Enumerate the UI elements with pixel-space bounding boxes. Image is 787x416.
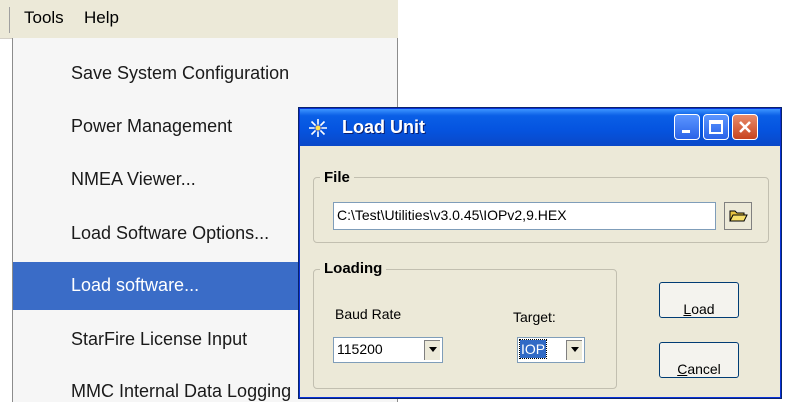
file-path-input[interactable]: C:\Test\Utilities\v3.0.45\IOPv2,9.HEX — [333, 202, 716, 230]
menu-item-label: Power Management — [71, 116, 233, 136]
menu-item-label: NMEA Viewer... — [71, 169, 196, 189]
load-button-label: Load — [683, 301, 715, 317]
menu-item-label: MMC Internal Data Logging — [71, 381, 292, 401]
baud-rate-select[interactable]: 115200 — [333, 337, 443, 363]
cancel-button[interactable]: Cancel — [659, 342, 739, 378]
menu-item-label: StarFire License Input — [71, 329, 248, 349]
target-value: IOP — [518, 339, 548, 359]
maximize-button[interactable] — [703, 114, 729, 140]
menubar-separator — [9, 7, 10, 33]
close-button[interactable] — [732, 114, 758, 140]
menu-item-save-system-configuration[interactable]: Save System Configuration — [13, 50, 397, 98]
load-unit-dialog: Load Unit File C:\Test\Utilities\v3.0.45… — [299, 108, 781, 398]
loading-group-label: Loading — [320, 260, 387, 277]
menu-tools[interactable]: Tools — [24, 8, 64, 28]
dialog-title-bar[interactable]: Load Unit — [300, 109, 780, 146]
menu-bar: Tools Help — [0, 0, 398, 39]
browse-folder-button[interactable] — [724, 202, 752, 230]
baud-rate-label: Baud Rate — [335, 306, 402, 322]
menu-item-label: Save System Configuration — [71, 63, 290, 83]
menu-help[interactable]: Help — [84, 8, 119, 28]
minimize-icon — [682, 130, 690, 133]
load-button[interactable]: Load — [659, 282, 739, 318]
open-folder-icon — [729, 210, 748, 222]
target-dropdown-button[interactable] — [565, 339, 583, 361]
close-icon — [739, 121, 751, 133]
loading-groupbox — [313, 269, 617, 389]
file-group-label: File — [320, 169, 354, 186]
dialog-title: Load Unit — [342, 117, 425, 137]
app-star-icon — [309, 119, 327, 137]
chevron-down-icon — [429, 347, 437, 352]
baud-rate-value: 115200 — [337, 341, 383, 357]
menu-item-label: Load software... — [71, 275, 200, 295]
target-select[interactable]: IOP — [517, 337, 585, 363]
minimize-button[interactable] — [674, 114, 700, 140]
baud-rate-dropdown-button[interactable] — [423, 339, 441, 361]
maximize-icon — [709, 120, 723, 134]
chevron-down-icon — [571, 347, 579, 352]
menu-item-label: Load Software Options... — [71, 223, 270, 243]
target-label: Target: — [513, 309, 556, 325]
cancel-button-label: Cancel — [677, 361, 721, 377]
